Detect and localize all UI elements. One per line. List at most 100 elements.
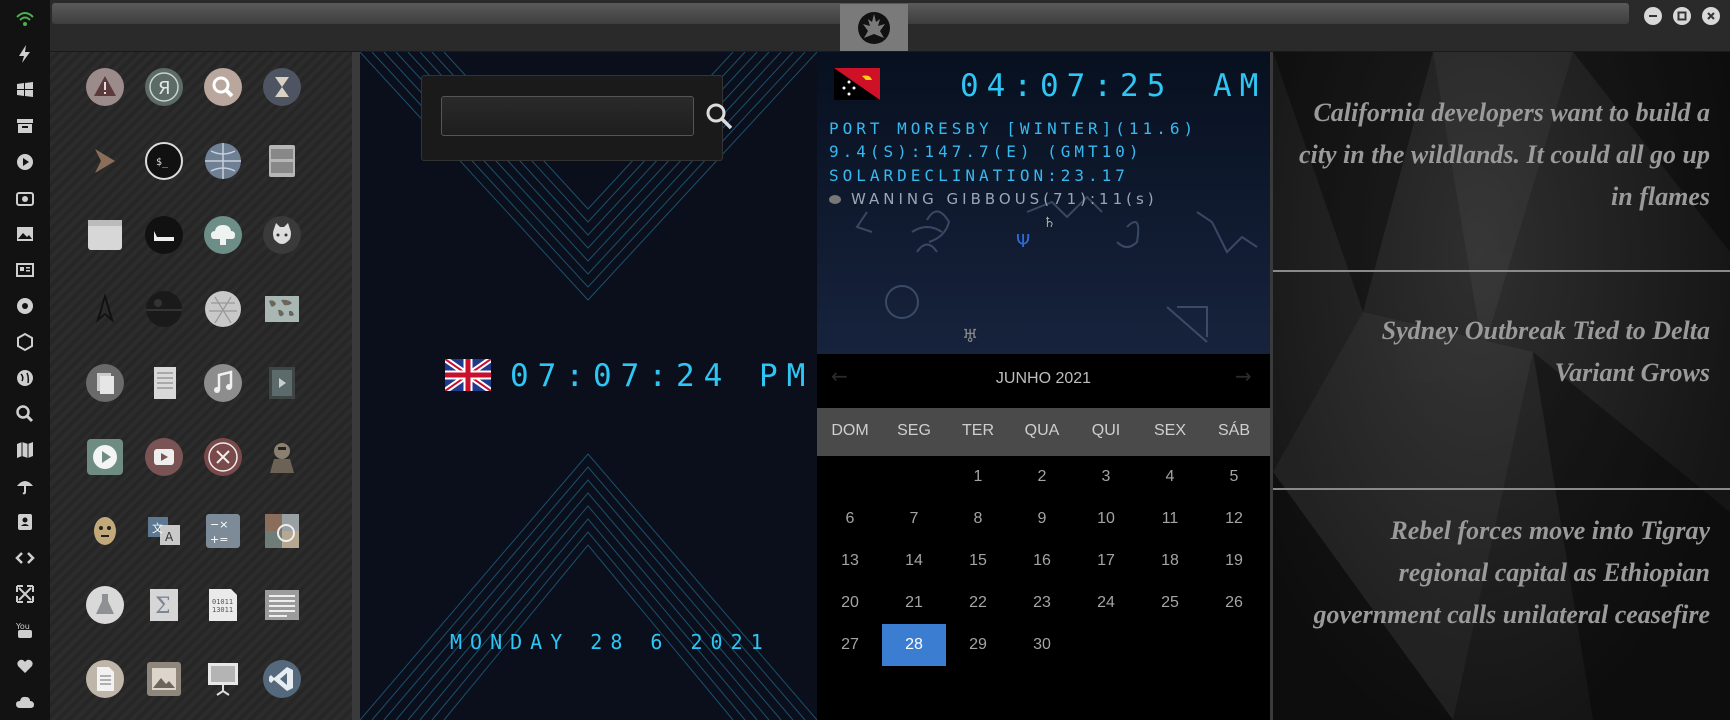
calendar-day[interactable]: 7	[882, 498, 946, 540]
bounty-hunter-app-icon[interactable]	[262, 437, 302, 477]
calendar-day[interactable]: 29	[946, 624, 1010, 666]
droid-app-icon[interactable]	[85, 511, 125, 551]
code-icon[interactable]	[12, 545, 38, 571]
youtube-app-icon[interactable]	[144, 437, 184, 477]
formula-app-icon[interactable]: Σ	[144, 585, 184, 625]
calendar-day[interactable]: 11	[1138, 498, 1202, 540]
play-icon[interactable]	[12, 149, 38, 175]
search-app-icon[interactable]	[203, 67, 243, 107]
expand-icon[interactable]	[12, 581, 38, 607]
svg-text:You: You	[15, 622, 30, 631]
cloud-icon[interactable]	[12, 689, 38, 715]
lightning-icon[interactable]	[12, 41, 38, 67]
calendar-day[interactable]: 9	[1010, 498, 1074, 540]
youtube-icon[interactable]: You	[12, 617, 38, 643]
calendar-day[interactable]: 8	[946, 498, 1010, 540]
umbrella-icon[interactable]	[12, 473, 38, 499]
rebel-emblem-icon[interactable]	[840, 4, 908, 51]
github-app-icon[interactable]	[262, 215, 302, 255]
yandex-app-icon[interactable]: Я	[144, 67, 184, 107]
news-headline-2[interactable]: Sydney Outbreak Tied to Delta Variant Gr…	[1330, 310, 1710, 394]
calendar-day[interactable]: 17	[1074, 540, 1138, 582]
web-globe-app-icon[interactable]	[203, 141, 243, 181]
calendar-day[interactable]: 2	[1010, 456, 1074, 498]
close-button[interactable]	[1702, 7, 1720, 25]
binary-doc-app-icon[interactable]: 01011 13011	[203, 585, 243, 625]
calendar-day-today[interactable]: 28	[882, 624, 946, 666]
calendar-day[interactable]: 20	[818, 582, 882, 624]
notes-app-icon[interactable]	[144, 363, 184, 403]
window-app-icon[interactable]	[85, 215, 125, 255]
calendar-day[interactable]: 5	[1202, 456, 1266, 498]
calendar-day[interactable]: 27	[818, 624, 882, 666]
player-app-icon[interactable]	[85, 437, 125, 477]
image-viewer-app-icon[interactable]	[144, 659, 184, 699]
calendar-day[interactable]: 30	[1010, 624, 1074, 666]
wikipedia-app-icon[interactable]	[203, 289, 243, 329]
lab-flask-app-icon[interactable]	[85, 585, 125, 625]
calendar-day[interactable]: 19	[1202, 540, 1266, 582]
calendar-day[interactable]: 24	[1074, 582, 1138, 624]
news-icon[interactable]	[12, 257, 38, 283]
calendar-day[interactable]: 23	[1010, 582, 1074, 624]
calendar-day[interactable]: 1	[946, 456, 1010, 498]
calendar-day[interactable]: 3	[1074, 456, 1138, 498]
image-icon[interactable]	[12, 221, 38, 247]
map-icon[interactable]	[12, 437, 38, 463]
calendar-day[interactable]: 18	[1138, 540, 1202, 582]
hourglass-app-icon[interactable]	[262, 67, 302, 107]
documents-app-icon[interactable]	[85, 363, 125, 403]
document-app-icon[interactable]	[85, 659, 125, 699]
warning-app-icon[interactable]	[85, 67, 125, 107]
news-headline-3[interactable]: Rebel forces move into Tigray regional c…	[1310, 510, 1710, 636]
file-cabinet-app-icon[interactable]	[262, 141, 302, 181]
calendar-day[interactable]: 10	[1074, 498, 1138, 540]
calendar-day[interactable]: 15	[946, 540, 1010, 582]
camera-icon[interactable]	[12, 185, 38, 211]
toggle-app-icon[interactable]	[144, 215, 184, 255]
translate-app-icon[interactable]: 文A	[144, 511, 184, 551]
maximize-button[interactable]	[1673, 7, 1691, 25]
hexagon-icon[interactable]	[12, 329, 38, 355]
globe-icon[interactable]	[12, 365, 38, 391]
close-app-icon[interactable]	[203, 437, 243, 477]
calendar-day[interactable]: 12	[1202, 498, 1266, 540]
archive-icon[interactable]	[12, 113, 38, 139]
presentation-app-icon[interactable]	[203, 659, 243, 699]
screenshot-app-icon[interactable]	[262, 511, 302, 551]
calendar-day[interactable]: 14	[882, 540, 946, 582]
calendar-day[interactable]: 21	[882, 582, 946, 624]
video-app-icon[interactable]	[262, 363, 302, 403]
death-star-app-icon[interactable]	[144, 289, 184, 329]
calendar-day[interactable]: 25	[1138, 582, 1202, 624]
calculator-app-icon[interactable]: −× +=	[203, 511, 243, 551]
calendar-day[interactable]: 13	[818, 540, 882, 582]
news-headline-1[interactable]: California developers want to build a ci…	[1290, 92, 1710, 218]
next-month-icon[interactable]: →	[1235, 364, 1252, 388]
text-editor-app-icon[interactable]	[262, 585, 302, 625]
calendar-day[interactable]: 22	[946, 582, 1010, 624]
svg-text:13011: 13011	[212, 606, 233, 614]
aperture-icon[interactable]	[12, 293, 38, 319]
windows-icon[interactable]	[12, 77, 38, 103]
calendar-day[interactable]: 4	[1138, 456, 1202, 498]
cloud-lock-app-icon[interactable]	[203, 215, 243, 255]
terminal-app-icon[interactable]: $_	[144, 141, 184, 181]
minimize-button[interactable]	[1644, 7, 1662, 25]
calendar-day[interactable]: 6	[818, 498, 882, 540]
moon-phase: WANING GIBBOUS(71):11(s)	[829, 190, 1158, 208]
chevron-app-icon[interactable]	[85, 141, 125, 181]
wifi-icon[interactable]	[12, 6, 38, 32]
heart-icon[interactable]	[12, 653, 38, 679]
starfleet-app-icon[interactable]	[85, 289, 125, 329]
music-app-icon[interactable]	[203, 363, 243, 403]
calendar-day[interactable]: 16	[1010, 540, 1074, 582]
search-icon[interactable]	[12, 401, 38, 427]
svg-text:+=: +=	[210, 533, 228, 546]
search-icon[interactable]	[704, 101, 734, 131]
world-map-app-icon[interactable]	[262, 289, 302, 329]
vscode-app-icon[interactable]	[262, 659, 302, 699]
search-input[interactable]	[441, 96, 694, 136]
contact-icon[interactable]	[12, 509, 38, 535]
calendar-day[interactable]: 26	[1202, 582, 1266, 624]
